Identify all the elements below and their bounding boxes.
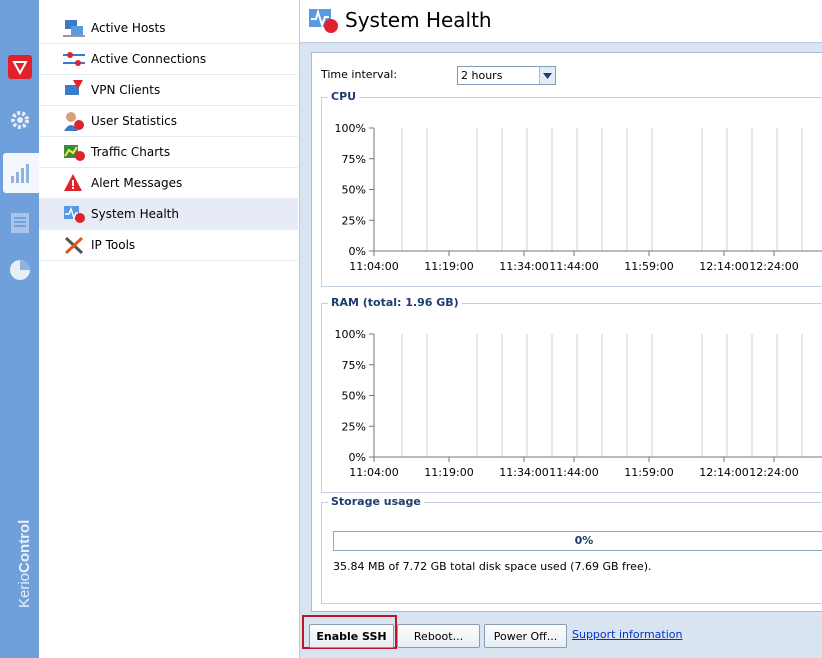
ram-panel: RAM (total: 1.96 GB) 100% 75% 50% 25% 0% 11:0…	[321, 296, 822, 493]
time-interval-select[interactable]: 2 hours	[457, 66, 556, 85]
active-hosts-icon	[63, 20, 85, 37]
status-chart-icon[interactable]	[3, 153, 39, 193]
ram-chart-x-tick-label: 11:04:00	[349, 466, 398, 479]
cpu-chart-x-tick-label: 12:14:00	[699, 260, 748, 273]
reboot-button[interactable]: Reboot...	[397, 624, 480, 648]
nav-item-active-hosts[interactable]: Active Hosts	[39, 12, 298, 44]
app-sidebar: KerioControl	[0, 0, 39, 658]
ram-chart-y-tick-label: 100%	[335, 328, 366, 341]
cpu-chart: 100%75%50%25%0%11:04:00 11:19:00 11:34:00 1…	[335, 122, 822, 273]
cpu-chart-x-tick-label: 11:19:00	[424, 260, 473, 273]
system-health-icon	[64, 206, 85, 223]
cpu-chart-x-tick-label: 12:24:00	[749, 260, 798, 273]
cpu-chart-y-tick-label: 75%	[342, 153, 366, 166]
nav-item-system-health[interactable]: System Health	[39, 198, 298, 230]
nav-item-vpn-clients[interactable]: VPN Clients	[39, 74, 298, 106]
ram-chart-x-tick-label: 11:59:00	[624, 466, 673, 479]
support-information-link[interactable]: Support information	[572, 628, 682, 641]
active-connections-icon	[63, 52, 85, 66]
cpu-chart-x-tick-label: 11:59:00	[624, 260, 673, 273]
storage-usage-text: 35.84 MB of 7.72 GB total disk space use…	[333, 560, 652, 573]
navigation-list: Active Hosts Active Connections VPN Clie…	[39, 0, 300, 658]
ram-chart-y-tick-label: 50%	[342, 390, 366, 403]
storage-progress-bar: 0%	[333, 531, 822, 551]
user-statistics-icon	[64, 112, 84, 131]
svg-text:KerioControl: KerioControl	[16, 520, 33, 608]
nav-item-active-connections[interactable]: Active Connections	[39, 43, 298, 75]
chevron-down-icon[interactable]	[539, 67, 555, 84]
main-panel: System Health Time interval: 2 hours CPU…	[300, 0, 822, 658]
vpn-clients-icon	[65, 80, 83, 95]
power-off-button[interactable]: Power Off...	[484, 624, 567, 648]
title-bar: System Health	[300, 0, 822, 43]
ram-chart-x-tick-label: 11:34:00	[499, 466, 548, 479]
system-health-content: Time interval: 2 hours CPU 100% 75% 50% 25%…	[311, 52, 822, 612]
ram-chart-y-tick-label: 75%	[342, 359, 366, 372]
cpu-panel: CPU 100% 75% 50% 25% 0% 11:04:00 11:19:00 11:34…	[321, 90, 822, 287]
cpu-chart-x-tick-label: 11:04:00	[349, 260, 398, 273]
cpu-chart-y-tick-label: 0%	[349, 245, 366, 258]
enable-ssh-button[interactable]: Enable SSH	[309, 624, 394, 648]
time-interval-label: Time interval:	[321, 68, 398, 81]
settings-gear-icon[interactable]	[0, 100, 39, 140]
nav-item-alert-messages[interactable]: Alert Messages	[39, 167, 298, 199]
kerio-control-logo: KerioControl	[16, 520, 33, 608]
logs-document-icon[interactable]	[0, 203, 39, 243]
ram-chart-x-tick-label: 12:14:00	[699, 466, 748, 479]
nav-item-ip-tools[interactable]: IP Tools	[39, 229, 298, 261]
cpu-chart-x-tick-label: 11:34:00	[499, 260, 548, 273]
ram-chart-x-tick-label: 11:44:00	[549, 466, 598, 479]
security-shield-icon[interactable]	[0, 47, 39, 87]
system-health-icon	[309, 8, 338, 33]
page-title: System Health	[345, 8, 492, 32]
nav-item-user-statistics[interactable]: User Statistics	[39, 105, 298, 137]
ram-chart-x-tick-label: 11:19:00	[424, 466, 473, 479]
cpu-chart-y-tick-label: 25%	[342, 214, 366, 227]
cpu-chart-x-tick-label: 11:44:00	[549, 260, 598, 273]
ram-chart: 100%75%50%25%0%11:04:00 11:19:00 11:34:00 1…	[335, 328, 822, 479]
ram-chart-y-tick-label: 0%	[349, 451, 366, 464]
ram-chart-y-tick-label: 25%	[342, 420, 366, 433]
storage-panel: Storage usage 0% 35.84 MB of 7.72 GB tot…	[321, 495, 822, 604]
traffic-charts-icon	[64, 145, 85, 161]
nav-item-traffic-charts[interactable]: Traffic Charts	[39, 136, 298, 168]
alert-messages-icon	[64, 174, 82, 191]
ram-chart-x-tick-label: 12:24:00	[749, 466, 798, 479]
storage-title: Storage usage	[328, 495, 424, 508]
reports-pie-icon[interactable]	[0, 250, 39, 290]
cpu-chart-y-tick-label: 100%	[335, 122, 366, 135]
ip-tools-icon	[64, 236, 84, 255]
storage-percent: 0%	[574, 534, 594, 547]
cpu-chart-y-tick-label: 50%	[342, 184, 366, 197]
